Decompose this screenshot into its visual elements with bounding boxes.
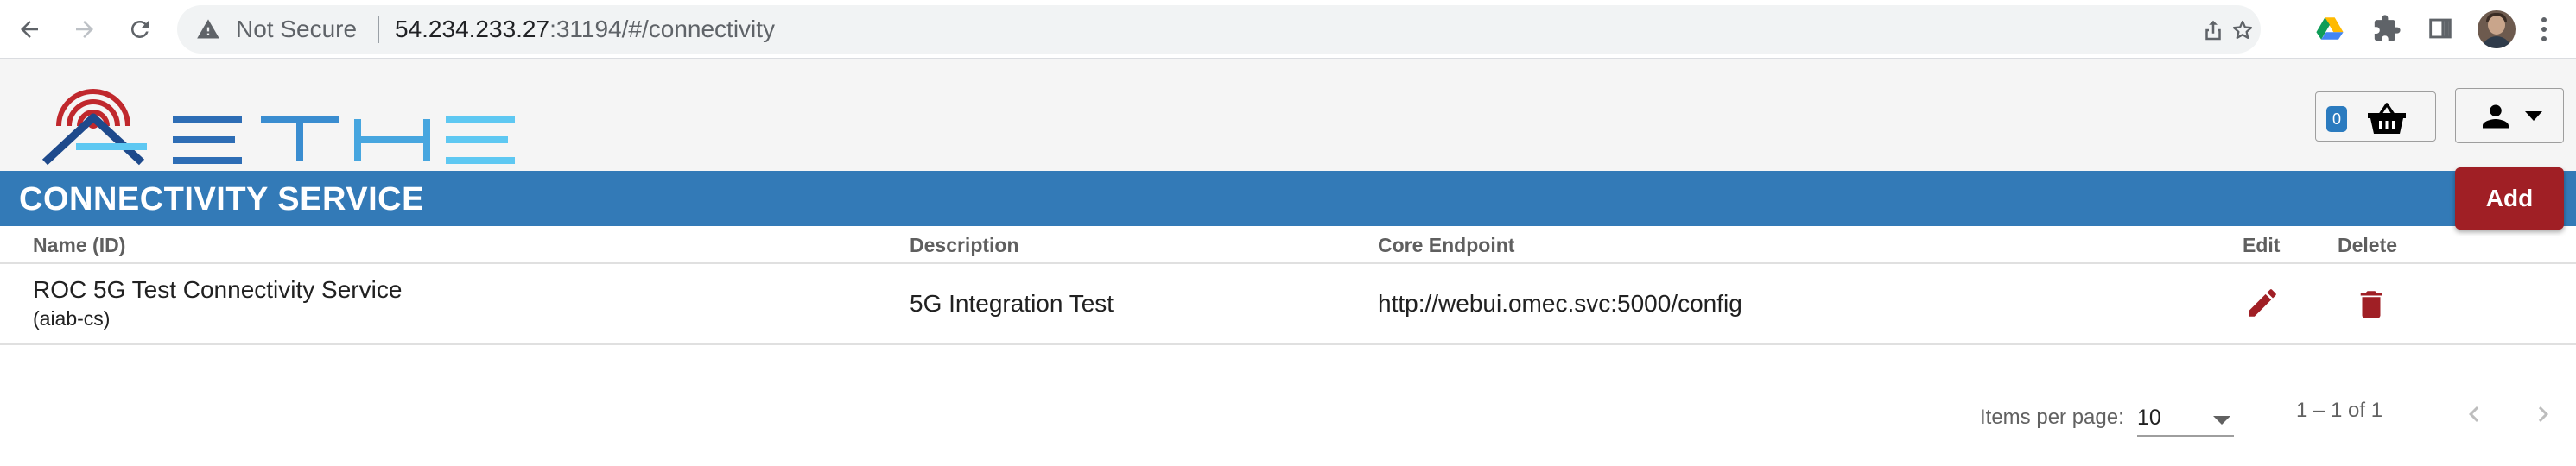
row-description: 5G Integration Test <box>910 290 1114 317</box>
column-header-edit: Edit <box>2243 234 2281 256</box>
app-header: 0 <box>0 59 2576 171</box>
back-button[interactable] <box>12 12 47 47</box>
browser-toolbar: Not Secure 54.234.233.27:31194/#/connect… <box>0 0 2576 59</box>
page-title-bar: CONNECTIVITY SERVICE <box>0 171 2576 226</box>
basket-button[interactable]: 0 <box>2315 91 2436 142</box>
basket-count-badge: 0 <box>2326 106 2347 132</box>
page-size-value: 10 <box>2137 406 2161 430</box>
column-header-endpoint[interactable]: Core Endpoint <box>1378 233 1514 257</box>
chevron-left-icon <box>2469 406 2479 422</box>
dropdown-arrow-icon <box>2213 416 2230 425</box>
url-path: :31194/#/connectivity <box>549 16 776 42</box>
user-icon <box>2483 104 2509 129</box>
security-label[interactable]: Not Secure <box>236 16 357 43</box>
connectivity-service-table: Name (ID) Description Core Endpoint Edit… <box>0 226 2576 345</box>
chevron-right-icon <box>2538 406 2548 422</box>
next-page-button[interactable] <box>2522 394 2564 435</box>
row-endpoint: http://webui.omec.svc:5000/config <box>1378 290 1742 317</box>
avatar-body <box>2481 36 2512 48</box>
row-name: ROC 5G Test Connectivity Service <box>33 276 403 303</box>
add-button[interactable]: Add <box>2455 167 2564 230</box>
reload-button[interactable] <box>123 12 157 47</box>
side-panel-icon[interactable] <box>2426 14 2455 43</box>
warning-triangle-icon <box>197 19 219 39</box>
column-header-name[interactable]: Name (ID) <box>33 233 125 257</box>
address-bar[interactable]: Not Secure 54.234.233.27:31194/#/connect… <box>177 5 2261 54</box>
caret-down-icon <box>2525 111 2542 121</box>
url-host: 54.234.233.27 <box>395 16 550 42</box>
address-divider <box>378 16 379 43</box>
table-header-row: Name (ID) Description Core Endpoint Edit… <box>0 226 2576 264</box>
aether-logo[interactable] <box>35 69 518 166</box>
page-title: CONNECTIVITY SERVICE <box>19 181 424 217</box>
row-id: (aiab-cs) <box>33 307 111 330</box>
google-drive-icon[interactable] <box>2315 14 2344 43</box>
table-paginator: Items per page: 10 1 – 1 of 1 <box>0 388 2576 447</box>
forward-button[interactable] <box>67 12 102 47</box>
extensions-puzzle-icon[interactable] <box>2372 14 2402 43</box>
column-header-description[interactable]: Description <box>910 233 1019 257</box>
share-icon[interactable] <box>2200 17 2226 43</box>
delete-trash-icon[interactable] <box>2353 287 2389 323</box>
url-text[interactable]: 54.234.233.27:31194/#/connectivity <box>395 16 775 43</box>
forward-arrow-icon <box>76 21 93 38</box>
column-header-delete: Delete <box>2338 234 2398 256</box>
reload-icon <box>130 20 149 38</box>
table-row[interactable]: ROC 5G Test Connectivity Service (aiab-c… <box>0 264 2576 345</box>
page-size-select[interactable]: 10 <box>2137 399 2234 437</box>
user-menu-button[interactable] <box>2455 88 2564 143</box>
profile-avatar[interactable] <box>2478 10 2516 48</box>
basket-icon <box>2368 103 2406 134</box>
edit-pencil-icon[interactable] <box>2244 285 2281 321</box>
items-per-page-label: Items per page: <box>1980 406 2124 429</box>
previous-page-button[interactable] <box>2453 394 2495 435</box>
avatar-face <box>2488 16 2505 35</box>
bookmark-star-icon[interactable] <box>2230 17 2256 43</box>
more-menu-icon[interactable] <box>2535 12 2553 47</box>
back-arrow-icon <box>21 21 38 38</box>
page-range-label: 1 – 1 of 1 <box>2296 399 2383 422</box>
